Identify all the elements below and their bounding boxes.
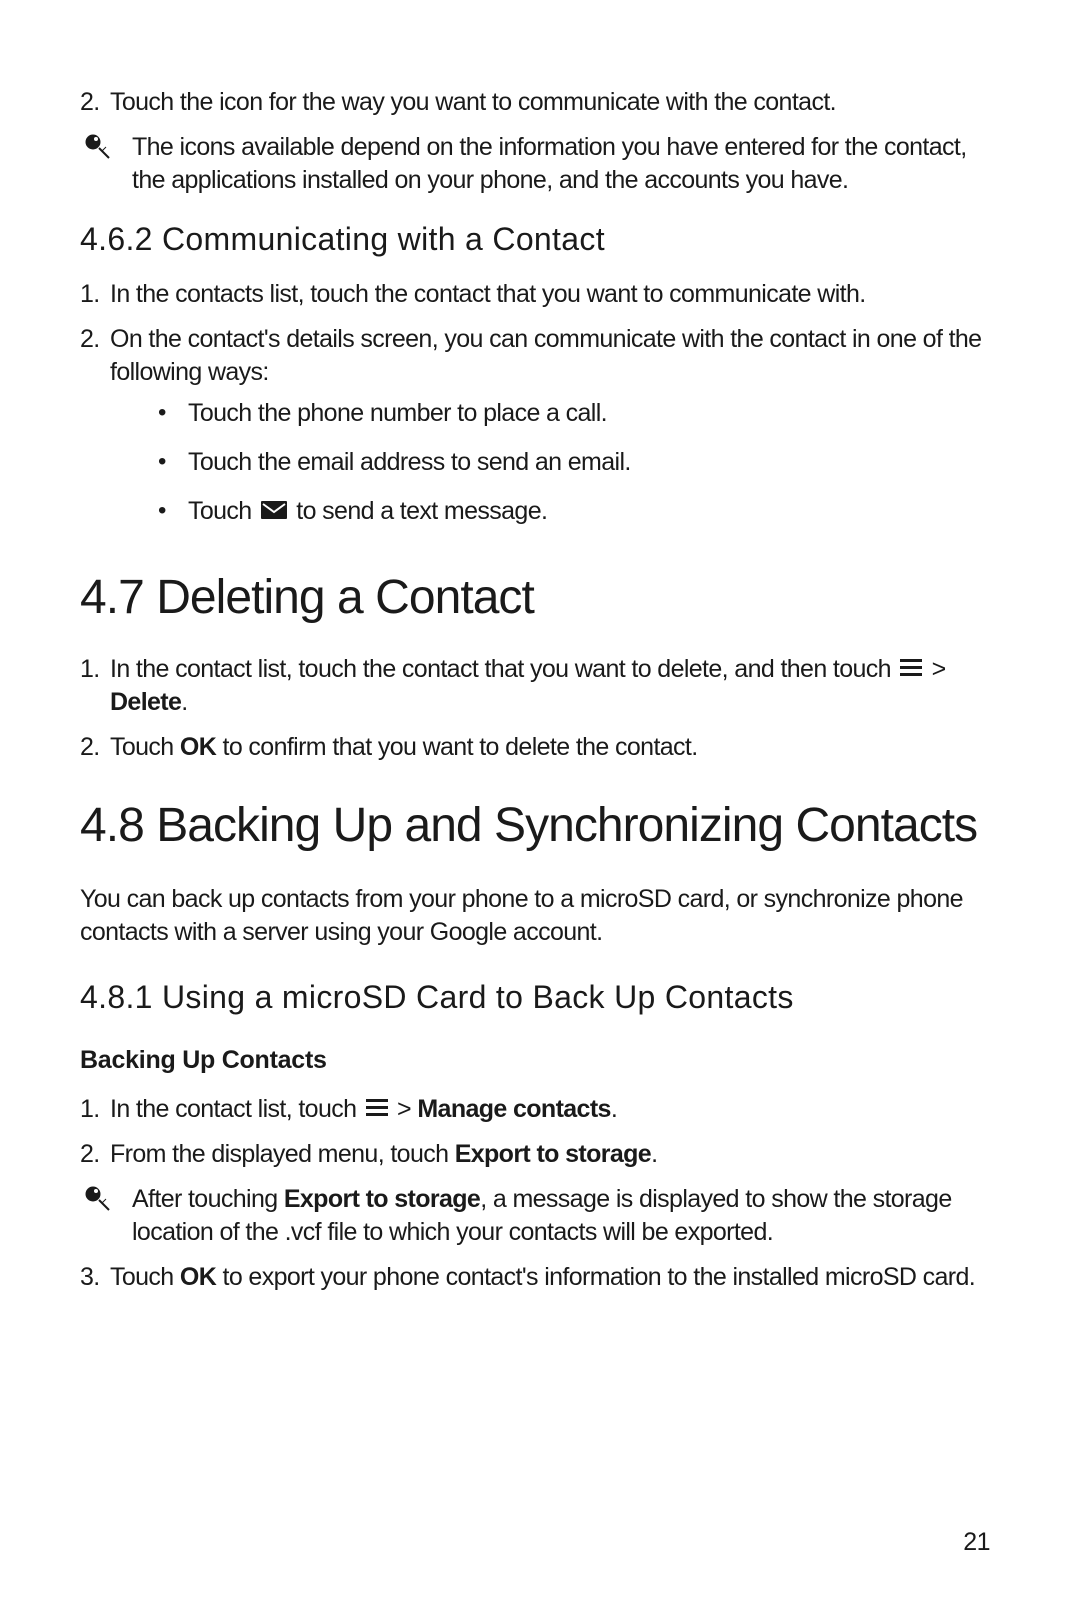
steps-47: 1. In the contact list, touch the contac… <box>80 647 1000 770</box>
export-to-storage-label: Export to storage <box>284 1185 480 1213</box>
menu-icon <box>366 1099 388 1117</box>
note-text: The icons available depend on the inform… <box>132 133 967 194</box>
heading-462: 4.6.2 Communicating with a Contact <box>80 203 1000 272</box>
bullets-462: Touch the phone number to place a call. … <box>158 389 1000 536</box>
step-text: In the contacts list, touch the contact … <box>110 280 866 308</box>
manage-contacts-label: Manage contacts <box>417 1095 610 1123</box>
heading-481: 4.8.1 Using a microSD Card to Back Up Co… <box>80 961 1000 1030</box>
intro-48: You can back up contacts from your phone… <box>80 875 1000 961</box>
export-to-storage-label: Export to storage <box>455 1140 651 1168</box>
bullet-462-1: Touch the phone number to place a call. <box>158 389 1000 438</box>
heading-47: 4.7 Deleting a Contact <box>80 542 1000 647</box>
step-47-2: 2. Touch OK to confirm that you want to … <box>80 725 1000 770</box>
steps-481a: 1. In the contact list, touch > Manage c… <box>80 1087 1000 1177</box>
steps-481b: 3. Touch OK to export your phone contact… <box>80 1255 1000 1300</box>
bullet-462-2: Touch the email address to send an email… <box>158 438 1000 487</box>
heading-48: 4.8 Backing Up and Synchronizing Contact… <box>80 770 1000 875</box>
note-icon <box>82 131 112 161</box>
steps-462: 1. In the contacts list, touch the conta… <box>80 272 1000 542</box>
delete-label: Delete <box>110 688 181 716</box>
menu-icon <box>900 659 922 677</box>
step-481-2: 2. From the displayed menu, touch Export… <box>80 1132 1000 1177</box>
note-481: After touching Export to storage, a mess… <box>80 1177 1000 1255</box>
page-number: 21 <box>963 1528 990 1557</box>
note-461: The icons available depend on the inform… <box>80 125 1000 203</box>
heading-481-sub: Backing Up Contacts <box>80 1030 1000 1087</box>
step-461-2: 2. Touch the icon for the way you want t… <box>80 80 1000 125</box>
step-462-1: 1. In the contacts list, touch the conta… <box>80 272 1000 317</box>
ok-label: OK <box>180 1263 216 1291</box>
step-481-3: 3. Touch OK to export your phone contact… <box>80 1255 1000 1300</box>
document-page: 2. Touch the icon for the way you want t… <box>0 0 1080 1617</box>
step-47-1: 1. In the contact list, touch the contac… <box>80 647 1000 725</box>
bullet-462-3: Touch to send a text message. <box>158 487 1000 536</box>
ok-label: OK <box>180 733 216 761</box>
step-text: On the contact's details screen, you can… <box>110 325 981 386</box>
step-462-2: 2. On the contact's details screen, you … <box>80 317 1000 542</box>
note-icon <box>82 1183 112 1213</box>
step-text: Touch the icon for the way you want to c… <box>110 88 836 116</box>
message-icon <box>261 501 287 519</box>
step-481-1: 1. In the contact list, touch > Manage c… <box>80 1087 1000 1132</box>
steps-461-continued: 2. Touch the icon for the way you want t… <box>80 80 1000 125</box>
